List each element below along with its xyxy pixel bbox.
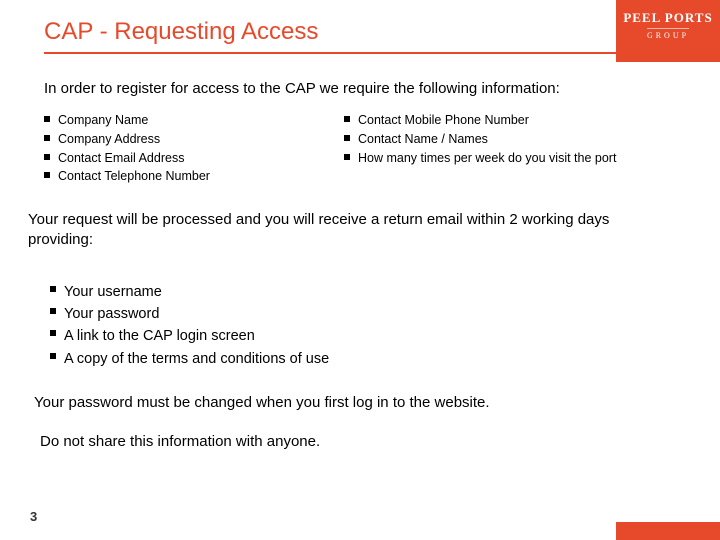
password-change-warning: Your password must be changed when you f… [0,370,720,411]
list-item: Company Name [44,111,344,130]
requirements-columns: Company Name Company Address Contact Ema… [0,97,720,186]
list-item: Company Address [44,130,344,149]
list-item: Contact Name / Names [344,130,684,149]
list-item: How many times per week do you visit the… [344,149,684,168]
do-not-share-warning: Do not share this information with anyon… [0,411,720,450]
logo-line2: GROUP [647,28,689,40]
requirements-list-right: Contact Mobile Phone Number Contact Name… [344,111,684,167]
list-item: Your password [50,303,720,325]
logo-line1: PEEL PORTS [616,10,720,26]
processed-text: Your request will be processed and you w… [0,186,720,251]
title-underline [44,52,672,54]
list-item: Contact Email Address [44,149,344,168]
list-item: Contact Telephone Number [44,167,344,186]
intro-text: In order to register for access to the C… [0,54,720,97]
page-title: CAP - Requesting Access [0,18,672,46]
list-item: Your username [50,281,720,303]
footer-accent-bar [616,522,720,540]
list-item: A link to the CAP login screen [50,325,720,347]
list-item: Contact Mobile Phone Number [344,111,684,130]
page-number: 3 [30,509,37,524]
provides-list: Your username Your password A link to th… [50,281,720,371]
brand-logo: PEEL PORTS GROUP [616,0,720,62]
list-item: A copy of the terms and conditions of us… [50,348,720,370]
requirements-list-left: Company Name Company Address Contact Ema… [44,111,344,186]
